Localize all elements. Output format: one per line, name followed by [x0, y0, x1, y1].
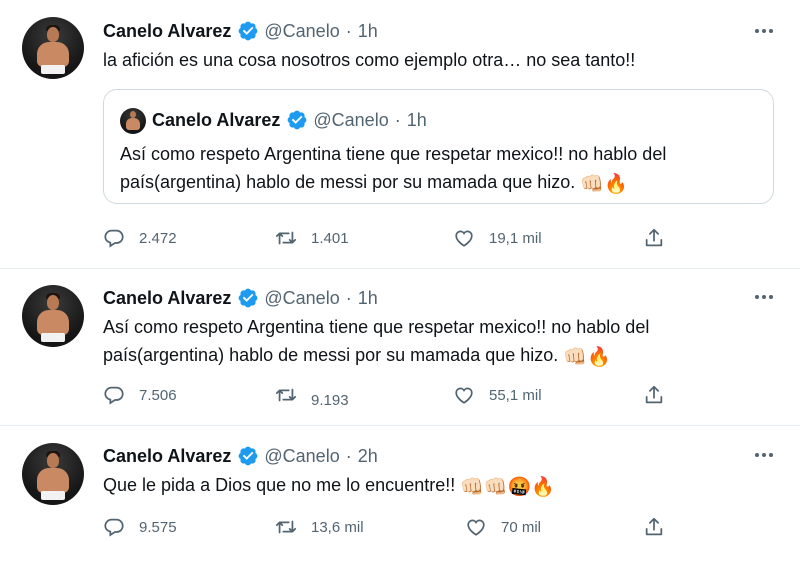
like-icon	[455, 230, 473, 247]
share-icon	[645, 385, 663, 404]
tweet-time[interactable]: 1h	[358, 21, 378, 42]
tweet-text: Así como respeto Argentina tiene que res…	[103, 313, 773, 369]
tweet-header: Canelo Alvarez @Canelo · 2h	[103, 445, 378, 467]
tweet-text-body: Que le pida a Dios que no me lo encuentr…	[103, 475, 456, 495]
quoted-avatar	[120, 108, 146, 134]
retweet-count: 9.193	[311, 391, 349, 409]
fist-emoji: 👊🏻	[580, 174, 604, 195]
verified-badge-icon	[238, 446, 258, 466]
tweet-actions: 2.472 1.401 19,1 mil	[103, 225, 773, 251]
share-icon	[645, 517, 663, 536]
avatar[interactable]	[22, 443, 84, 505]
share-icon	[645, 228, 663, 247]
reply-icon	[104, 518, 124, 537]
fist-emoji: 👊🏻	[563, 347, 587, 368]
tweet-text: la afición es una cosa nosotros como eje…	[103, 50, 636, 70]
like-button[interactable]: 19,1 mil	[453, 225, 542, 251]
tweet-time[interactable]: 2h	[358, 446, 378, 467]
author-name[interactable]: Canelo Alvarez	[103, 446, 231, 467]
retweet-button[interactable]: 1.401	[275, 225, 349, 251]
avatar[interactable]	[22, 17, 84, 79]
fist-emoji: 👊🏻	[460, 477, 484, 498]
reply-count: 2.472	[139, 229, 177, 247]
quoted-header: Canelo Alvarez @Canelo · 1h	[152, 109, 427, 131]
tweet-header: Canelo Alvarez @Canelo · 1h	[103, 287, 378, 309]
verified-badge-icon	[287, 110, 307, 130]
retweet-count: 1.401	[311, 229, 349, 247]
more-options-icon[interactable]	[752, 19, 776, 43]
more-options-icon[interactable]	[752, 285, 776, 309]
tweet-2[interactable]: Canelo Alvarez @Canelo · 1h Así como res…	[0, 269, 800, 425]
fire-emoji: 🔥	[586, 347, 611, 368]
verified-badge-icon	[238, 288, 258, 308]
separator-dot: ·	[345, 445, 352, 466]
retweet-button[interactable]: 13,6 mil	[275, 514, 364, 540]
tweet-time[interactable]: 1h	[358, 288, 378, 309]
tweet-actions: 7.506 9.193 55,1 mil	[103, 382, 773, 409]
tweet-actions: 9.575 13,6 mil 70 mil	[103, 514, 773, 540]
share-button[interactable]	[643, 382, 665, 408]
author-handle[interactable]: @Canelo	[264, 288, 339, 309]
fire-emoji: 🔥	[531, 477, 555, 498]
more-options-icon[interactable]	[752, 443, 776, 467]
fist-emoji: 👊🏻	[483, 477, 508, 498]
retweet-button[interactable]: 9.193	[275, 382, 349, 409]
reply-button[interactable]: 7.506	[103, 382, 177, 408]
tweet-3[interactable]: Canelo Alvarez @Canelo · 2h Que le pida …	[0, 426, 800, 565]
share-button[interactable]	[643, 225, 665, 251]
reply-icon	[104, 386, 124, 405]
avatar[interactable]	[22, 285, 84, 347]
like-button[interactable]: 55,1 mil	[453, 382, 542, 408]
tweet-text: Que le pida a Dios que no me lo encuentr…	[103, 471, 773, 499]
quoted-tweet[interactable]: Canelo Alvarez @Canelo · 1h Así como res…	[103, 89, 774, 204]
author-handle[interactable]: @Canelo	[264, 21, 339, 42]
tweet-1[interactable]: Canelo Alvarez @Canelo · 1h la afición e…	[0, 0, 800, 268]
retweet-icon	[275, 520, 297, 534]
like-icon	[455, 387, 473, 404]
quoted-author-name: Canelo Alvarez	[152, 109, 281, 130]
retweet-count: 13,6 mil	[311, 518, 364, 536]
fire-emoji: 🔥	[603, 174, 628, 195]
quoted-time: 1h	[406, 109, 427, 130]
reply-button[interactable]: 2.472	[103, 225, 177, 251]
separator-dot: ·	[345, 20, 352, 41]
timeline-feed: Canelo Alvarez @Canelo · 1h la afición e…	[0, 0, 800, 565]
reply-icon	[104, 229, 124, 248]
author-name[interactable]: Canelo Alvarez	[103, 21, 231, 42]
reply-count: 7.506	[139, 386, 177, 404]
share-button[interactable]	[643, 514, 665, 540]
author-name[interactable]: Canelo Alvarez	[103, 288, 231, 309]
like-count: 19,1 mil	[489, 229, 542, 247]
retweet-icon	[275, 388, 297, 402]
like-icon	[467, 519, 485, 536]
like-button[interactable]: 70 mil	[465, 514, 541, 540]
author-handle[interactable]: @Canelo	[264, 446, 339, 467]
tweet-header: Canelo Alvarez @Canelo · 1h	[103, 20, 378, 42]
reply-button[interactable]: 9.575	[103, 514, 177, 540]
like-count: 55,1 mil	[489, 386, 542, 404]
like-count: 70 mil	[501, 518, 542, 536]
angry-face-emoji: 🤬	[507, 477, 532, 498]
reply-count: 9.575	[139, 518, 177, 536]
verified-badge-icon	[238, 21, 258, 41]
quoted-author-handle: @Canelo	[313, 109, 389, 130]
separator-dot: ·	[345, 287, 352, 308]
separator-dot: ·	[394, 109, 401, 130]
quoted-text: Así como respeto Argentina tiene que res…	[120, 140, 760, 196]
retweet-icon	[275, 231, 297, 245]
